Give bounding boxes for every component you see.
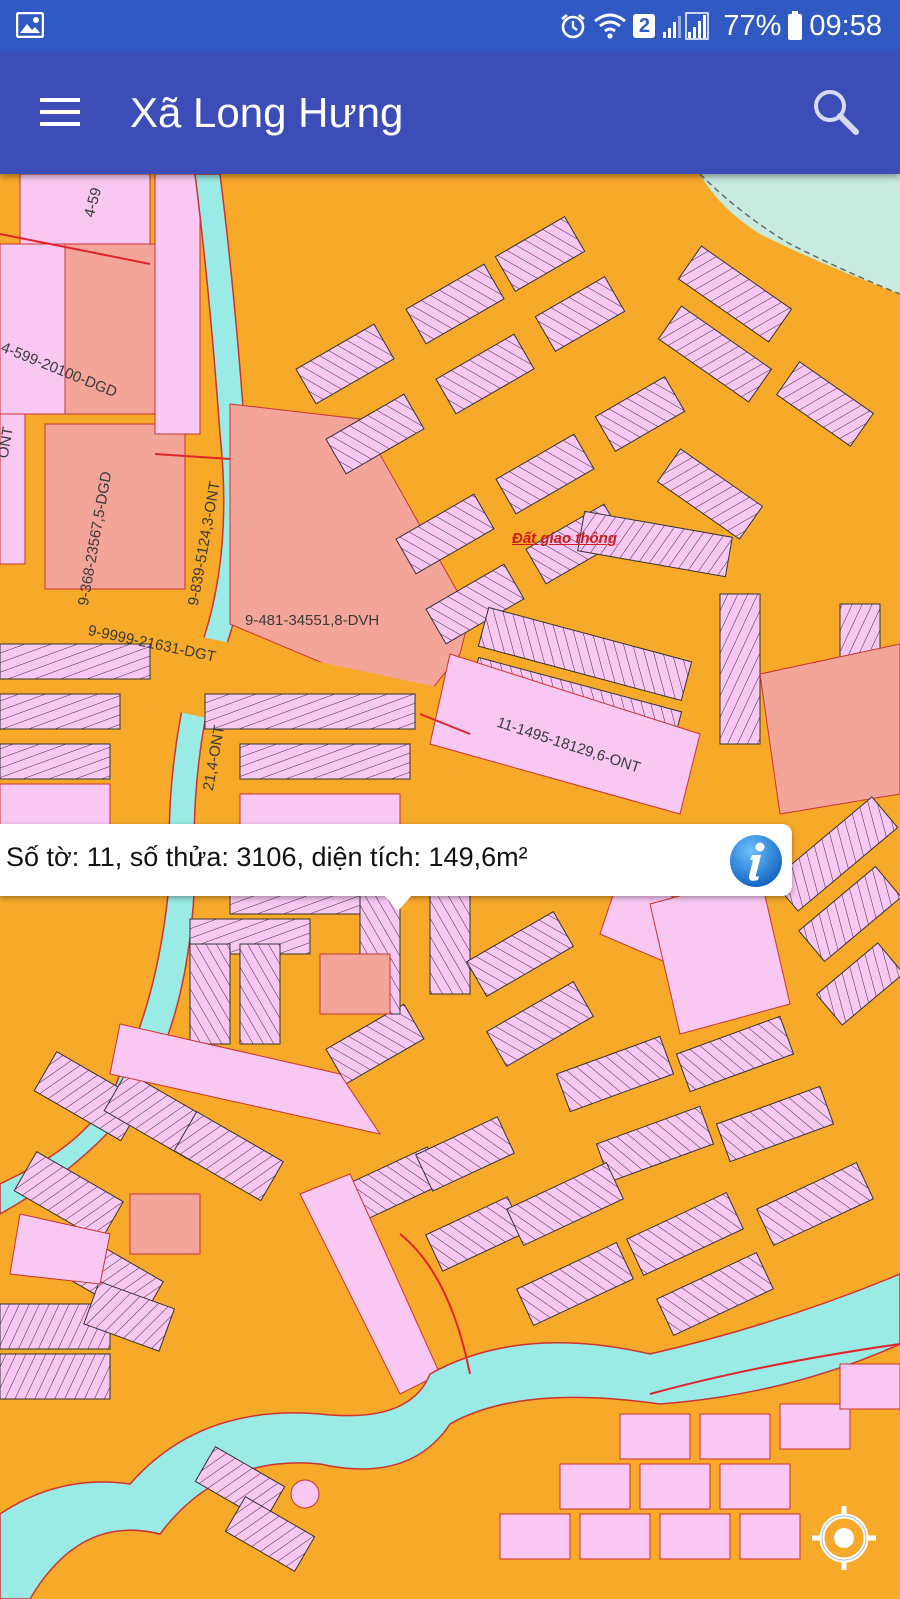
gallery-icon (16, 12, 44, 38)
parcel-info-text: Số tờ: 11, số thửa: 3106, diện tích: 149… (6, 842, 528, 872)
battery-percent: 77% (723, 9, 782, 42)
alarm-icon (561, 13, 586, 39)
search-icon[interactable] (810, 86, 862, 138)
app-bar: Xã Long Hưng (0, 52, 900, 174)
battery-icon (788, 11, 803, 40)
road-label: Đất giao thông (512, 530, 617, 547)
signal-icon (663, 12, 710, 40)
info-icon[interactable] (728, 833, 784, 889)
my-location-icon[interactable] (808, 1502, 880, 1574)
status-bar: 2 77% 09:58 (0, 0, 900, 52)
page-title: Xã Long Hưng (130, 89, 404, 136)
clock: 09:58 (809, 9, 882, 42)
wifi-icon (594, 13, 627, 39)
hamburger-menu-icon[interactable] (36, 94, 84, 130)
sim-badge: 2 (633, 14, 656, 38)
parcel-label: 9-481-34551,8-DVH (245, 612, 380, 629)
popup-pointer (384, 895, 412, 911)
parcel-info-popup[interactable]: Số tờ: 11, số thửa: 3106, diện tích: 149… (0, 824, 792, 911)
